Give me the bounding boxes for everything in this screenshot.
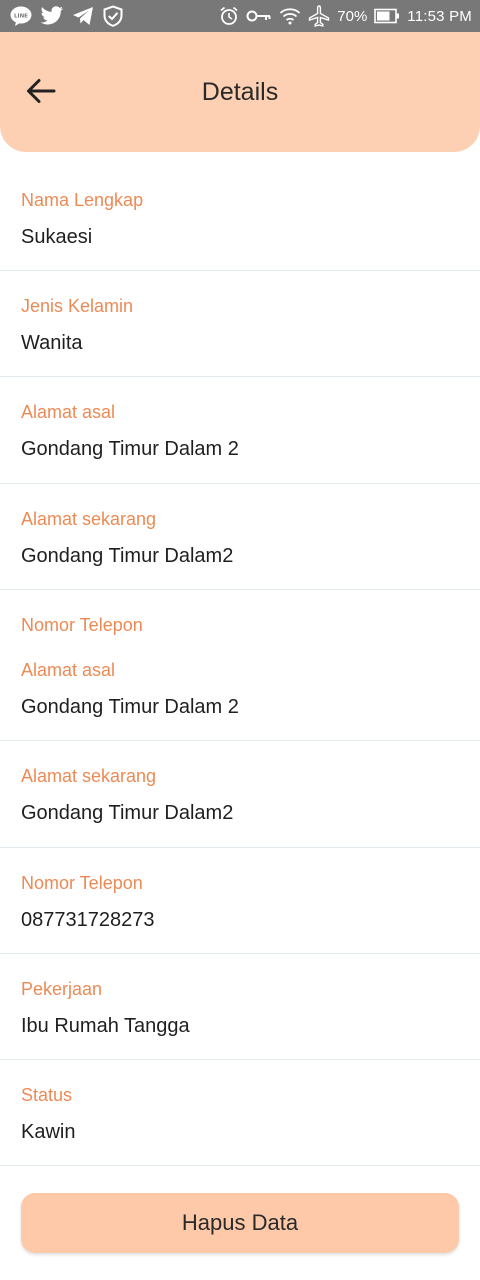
field-value: Ibu Rumah Tangga: [21, 1015, 190, 1037]
line-badge-text: LINE: [14, 14, 28, 20]
field-nama-lengkap: Nama Lengkap Sukaesi: [0, 189, 480, 250]
field-label: Alamat sekarang: [21, 766, 157, 786]
divider: [0, 740, 480, 741]
status-bar: LINE 70% 11:53 PM: [0, 0, 480, 32]
battery-icon: [374, 8, 400, 24]
field-alamat-asal-2: Alamat asal Gondang Timur Dalam 2: [0, 659, 480, 720]
field-label: Alamat asal: [21, 660, 116, 680]
status-bar-right: 70% 11:53 PM: [219, 5, 472, 27]
wifi-icon: [279, 6, 301, 26]
vpn-key-icon: [246, 8, 272, 24]
twitter-icon: [40, 6, 64, 26]
field-value: Gondang Timur Dalam2: [21, 545, 234, 567]
divider: [0, 589, 480, 590]
field-value: 087731728273: [21, 909, 155, 931]
field-label: Alamat asal: [21, 402, 116, 422]
divider: [0, 847, 480, 848]
status-bar-left: LINE: [10, 5, 124, 27]
divider: [0, 483, 480, 484]
alarm-icon: [219, 6, 239, 26]
app-bar: Details: [0, 32, 480, 152]
field-label: Nama Lengkap: [21, 190, 144, 210]
page-title: Details: [201, 78, 279, 106]
divider: [0, 376, 480, 377]
field-label-nomor-telepon: Nomor Telepon: [21, 615, 143, 635]
telegram-icon: [72, 6, 94, 26]
field-label: Pekerjaan: [21, 979, 103, 999]
field-value: Sukaesi: [21, 226, 93, 248]
field-status: Status Kawin: [0, 1084, 480, 1145]
shield-check-icon: [102, 5, 124, 27]
field-label: Jenis Kelamin: [21, 296, 134, 316]
field-nomor-telepon: Nomor Telepon 087731728273: [0, 872, 480, 933]
line-icon: LINE: [10, 6, 32, 26]
field-value: Gondang Timur Dalam 2: [21, 696, 239, 718]
airplane-icon: [308, 5, 330, 27]
divider: [0, 953, 480, 954]
divider: [0, 1165, 480, 1166]
field-alamat-sekarang: Alamat sekarang Gondang Timur Dalam2: [0, 508, 480, 569]
field-jenis-kelamin: Jenis Kelamin Wanita: [0, 295, 480, 356]
clock-time: 11:53 PM: [407, 7, 472, 25]
field-alamat-asal: Alamat asal Gondang Timur Dalam 2: [0, 401, 480, 462]
field-value: Gondang Timur Dalam2: [21, 802, 234, 824]
field-label: Status: [21, 1085, 73, 1105]
field-label: Nomor Telepon: [21, 873, 143, 893]
field-value: Wanita: [21, 332, 83, 354]
battery-percent: 70%: [337, 7, 368, 25]
divider: [0, 270, 480, 271]
field-alamat-sekarang-2: Alamat sekarang Gondang Timur Dalam2: [0, 765, 480, 826]
delete-data-button[interactable]: Hapus Data: [21, 1193, 459, 1253]
field-value: Gondang Timur Dalam 2: [21, 438, 239, 460]
field-pekerjaan: Pekerjaan Ibu Rumah Tangga: [0, 978, 480, 1039]
divider: [0, 1059, 480, 1060]
field-label: Alamat sekarang: [21, 509, 157, 529]
field-value: Kawin: [21, 1121, 76, 1143]
